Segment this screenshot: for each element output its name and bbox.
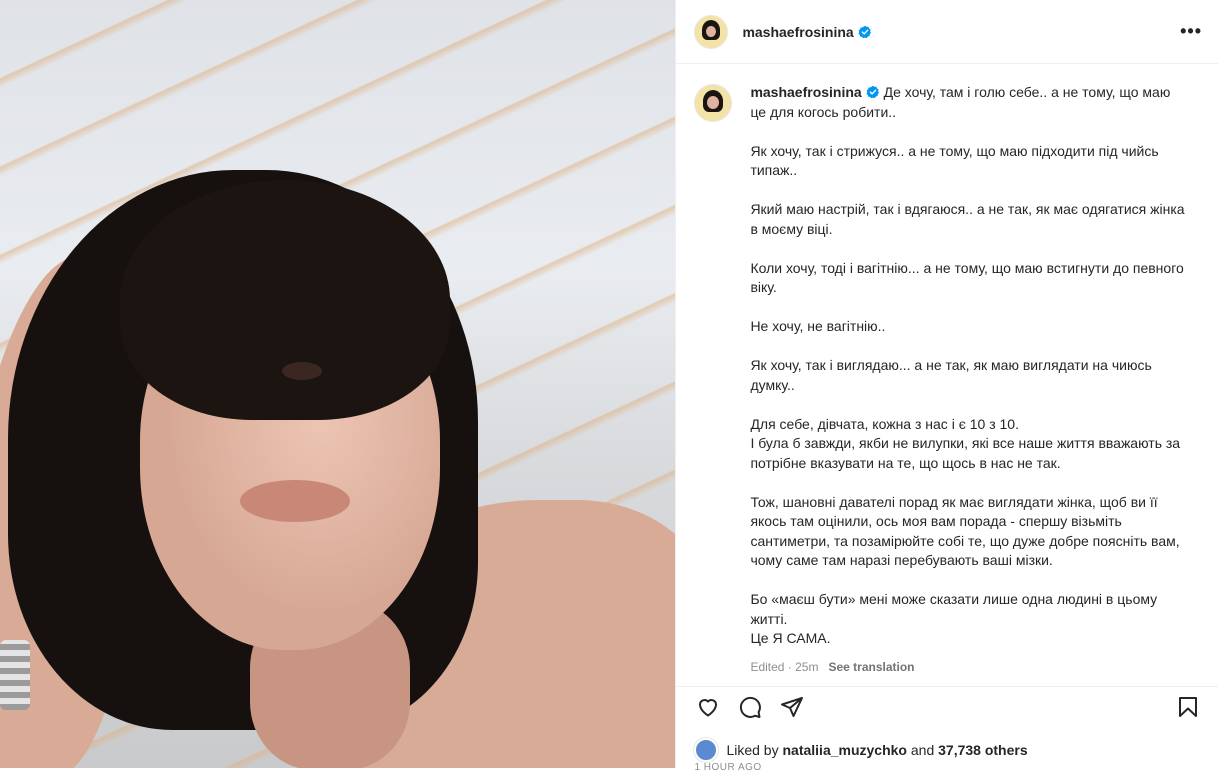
- share-button[interactable]: [778, 693, 806, 721]
- caption-paragraph: Як хочу, так і стрижуся.. а не тому, що …: [750, 142, 1159, 179]
- photo-bracelet: [0, 640, 30, 710]
- post-side-panel: mashaefrosinina ••• mashaefrosinina Де х…: [675, 0, 1218, 773]
- save-button[interactable]: [1174, 693, 1202, 721]
- caption-area: mashaefrosinina Де хочу, там і голю себе…: [676, 65, 1218, 685]
- caption-paragraph: Який маю настрій, так і вдягаюся.. а не …: [750, 201, 1185, 237]
- comment-icon: [740, 696, 762, 718]
- author-avatar[interactable]: [694, 14, 729, 49]
- caption-paragraph: Для себе, дівчата, кожна з нас і є 10 з …: [750, 415, 1181, 471]
- caption-paragraph: Не хочу, не вагітнію..: [750, 318, 886, 334]
- caption-avatar[interactable]: [694, 84, 733, 122]
- caption-row: mashaefrosinina Де хочу, там і голю себе…: [694, 83, 1202, 678]
- comment-button[interactable]: [736, 693, 764, 721]
- verified-badge-icon: [866, 85, 879, 99]
- caption-paragraph: Тож, шановні давателі порад як має вигля…: [750, 493, 1180, 569]
- more-options-button[interactable]: •••: [1180, 21, 1202, 42]
- likes-summary: Liked by nataliia_muzychko and 37,738 ot…: [694, 738, 1028, 762]
- photo-eye: [282, 362, 322, 380]
- liked-by-user[interactable]: nataliia_muzychko: [782, 742, 907, 758]
- caption-paragraph: Коли хочу, тоді і вагітнію... а не тому,…: [750, 259, 1184, 296]
- liked-by-others[interactable]: 37,738 others: [938, 742, 1028, 758]
- edited-timestamp: Edited · 25m: [750, 660, 819, 674]
- liked-by-and: and: [910, 742, 935, 758]
- instagram-post: mashaefrosinina ••• mashaefrosinina Де х…: [0, 0, 1218, 773]
- caption-paragraph: Як хочу, так і виглядаю... а не так, як …: [750, 357, 1152, 393]
- post-photo[interactable]: [0, 0, 676, 768]
- liker-avatar[interactable]: [694, 738, 719, 762]
- bookmark-icon: [1179, 696, 1197, 717]
- liked-by-prefix: Liked by: [726, 742, 779, 758]
- caption-meta: Edited · 25m See translation: [750, 658, 1188, 678]
- share-icon: [781, 696, 804, 717]
- action-bar: [676, 686, 1218, 726]
- caption-body: mashaefrosinina Де хочу, там і голю себе…: [750, 83, 1188, 678]
- caption-username[interactable]: mashaefrosinina: [750, 84, 861, 100]
- verified-badge-icon: [858, 25, 871, 38]
- see-translation-link[interactable]: See translation: [828, 660, 914, 674]
- caption-paragraph: Бо «маєш бути» мені може сказати лише од…: [750, 591, 1158, 646]
- author-username[interactable]: mashaefrosinina: [742, 24, 853, 40]
- caption-paragraph: mashaefrosinina Де хочу, там і голю себе…: [750, 83, 1188, 122]
- photo-lips: [240, 480, 350, 522]
- heart-icon: [699, 698, 718, 716]
- post-header: mashaefrosinina •••: [676, 0, 1218, 64]
- photo-fringe: [120, 180, 450, 420]
- like-button[interactable]: [694, 693, 722, 721]
